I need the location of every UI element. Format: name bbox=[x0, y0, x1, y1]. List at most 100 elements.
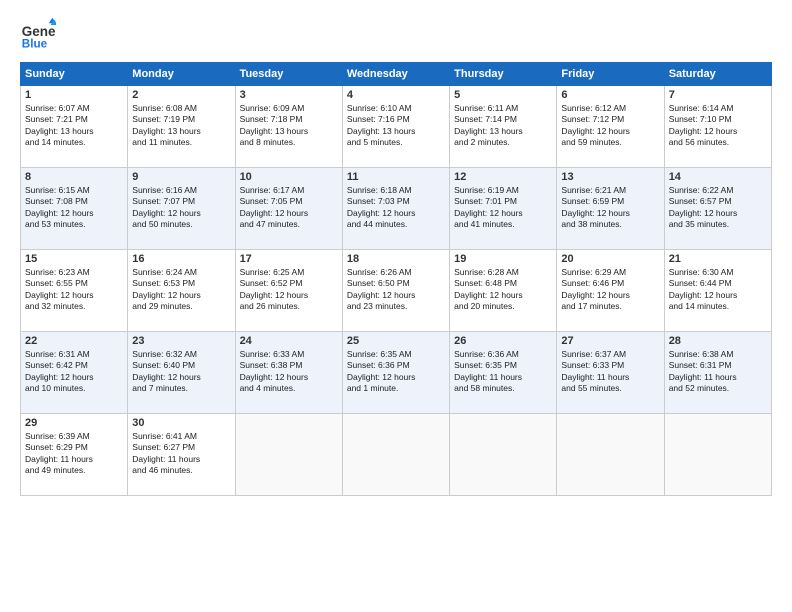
cell-content: Sunrise: 6:24 AMSunset: 6:53 PMDaylight:… bbox=[132, 267, 230, 313]
cell-content: Sunrise: 6:38 AMSunset: 6:31 PMDaylight:… bbox=[669, 349, 767, 395]
day-number: 6 bbox=[561, 89, 659, 101]
day-number: 16 bbox=[132, 253, 230, 265]
calendar-cell: 11 Sunrise: 6:18 AMSunset: 7:03 PMDayligh… bbox=[342, 168, 449, 250]
day-number: 1 bbox=[25, 89, 123, 101]
calendar-cell: 5 Sunrise: 6:11 AMSunset: 7:14 PMDaylight… bbox=[450, 86, 557, 168]
cell-content: Sunrise: 6:19 AMSunset: 7:01 PMDaylight:… bbox=[454, 185, 552, 231]
calendar-cell: 21 Sunrise: 6:30 AMSunset: 6:44 PMDayligh… bbox=[664, 250, 771, 332]
cell-content: Sunrise: 6:18 AMSunset: 7:03 PMDaylight:… bbox=[347, 185, 445, 231]
calendar: SundayMondayTuesdayWednesdayThursdayFrid… bbox=[20, 62, 772, 496]
day-number: 20 bbox=[561, 253, 659, 265]
calendar-header-cell: Friday bbox=[557, 63, 664, 86]
cell-content: Sunrise: 6:33 AMSunset: 6:38 PMDaylight:… bbox=[240, 349, 338, 395]
calendar-week-row: 1 Sunrise: 6:07 AMSunset: 7:21 PMDaylight… bbox=[21, 86, 772, 168]
day-number: 10 bbox=[240, 171, 338, 183]
calendar-body: 1 Sunrise: 6:07 AMSunset: 7:21 PMDaylight… bbox=[21, 86, 772, 496]
day-number: 18 bbox=[347, 253, 445, 265]
day-number: 15 bbox=[25, 253, 123, 265]
calendar-cell: 27 Sunrise: 6:37 AMSunset: 6:33 PMDayligh… bbox=[557, 332, 664, 414]
calendar-cell: 8 Sunrise: 6:15 AMSunset: 7:08 PMDaylight… bbox=[21, 168, 128, 250]
cell-content: Sunrise: 6:16 AMSunset: 7:07 PMDaylight:… bbox=[132, 185, 230, 231]
cell-content: Sunrise: 6:14 AMSunset: 7:10 PMDaylight:… bbox=[669, 103, 767, 149]
day-number: 3 bbox=[240, 89, 338, 101]
calendar-cell: 23Sunrise: 6:32 AMSunset: 6:40 PMDayligh… bbox=[128, 332, 235, 414]
header: General Blue bbox=[20, 16, 772, 52]
calendar-header-cell: Wednesday bbox=[342, 63, 449, 86]
calendar-cell: 10 Sunrise: 6:17 AMSunset: 7:05 PMDayligh… bbox=[235, 168, 342, 250]
calendar-cell: 19 Sunrise: 6:28 AMSunset: 6:48 PMDayligh… bbox=[450, 250, 557, 332]
cell-content: Sunrise: 6:23 AMSunset: 6:55 PMDaylight:… bbox=[25, 267, 123, 313]
calendar-cell: 1 Sunrise: 6:07 AMSunset: 7:21 PMDaylight… bbox=[21, 86, 128, 168]
calendar-cell: 20 Sunrise: 6:29 AMSunset: 6:46 PMDayligh… bbox=[557, 250, 664, 332]
cell-content: Sunrise: 6:22 AMSunset: 6:57 PMDaylight:… bbox=[669, 185, 767, 231]
calendar-cell: 30 Sunrise: 6:41 AMSunset: 6:27 PMDayligh… bbox=[128, 414, 235, 496]
cell-content: Sunrise: 6:31 AMSunset: 6:42 PMDaylight:… bbox=[25, 349, 123, 395]
calendar-cell: 17 Sunrise: 6:25 AMSunset: 6:52 PMDayligh… bbox=[235, 250, 342, 332]
calendar-cell bbox=[450, 414, 557, 496]
day-number: 30 bbox=[132, 417, 230, 429]
day-number: 21 bbox=[669, 253, 767, 265]
day-number: 9 bbox=[132, 171, 230, 183]
cell-content: Sunrise: 6:08 AMSunset: 7:19 PMDaylight:… bbox=[132, 103, 230, 149]
calendar-week-row: 8 Sunrise: 6:15 AMSunset: 7:08 PMDaylight… bbox=[21, 168, 772, 250]
day-number: 19 bbox=[454, 253, 552, 265]
calendar-cell: 13 Sunrise: 6:21 AMSunset: 6:59 PMDayligh… bbox=[557, 168, 664, 250]
day-number: 17 bbox=[240, 253, 338, 265]
day-number: 24 bbox=[240, 335, 338, 347]
calendar-header-cell: Tuesday bbox=[235, 63, 342, 86]
calendar-cell: 7 Sunrise: 6:14 AMSunset: 7:10 PMDaylight… bbox=[664, 86, 771, 168]
calendar-cell: 4 Sunrise: 6:10 AMSunset: 7:16 PMDaylight… bbox=[342, 86, 449, 168]
cell-content: Sunrise: 6:37 AMSunset: 6:33 PMDaylight:… bbox=[561, 349, 659, 395]
cell-content: Sunrise: 6:32 AMSunset: 6:40 PMDaylight:… bbox=[132, 349, 230, 395]
calendar-header-cell: Thursday bbox=[450, 63, 557, 86]
calendar-cell: 22Sunrise: 6:31 AMSunset: 6:42 PMDayligh… bbox=[21, 332, 128, 414]
svg-text:Blue: Blue bbox=[22, 38, 48, 51]
cell-content: Sunrise: 6:21 AMSunset: 6:59 PMDaylight:… bbox=[561, 185, 659, 231]
cell-content: Sunrise: 6:15 AMSunset: 7:08 PMDaylight:… bbox=[25, 185, 123, 231]
calendar-header-cell: Monday bbox=[128, 63, 235, 86]
day-number: 29 bbox=[25, 417, 123, 429]
calendar-cell: 2 Sunrise: 6:08 AMSunset: 7:19 PMDaylight… bbox=[128, 86, 235, 168]
cell-content: Sunrise: 6:36 AMSunset: 6:35 PMDaylight:… bbox=[454, 349, 552, 395]
day-number: 25 bbox=[347, 335, 445, 347]
cell-content: Sunrise: 6:29 AMSunset: 6:46 PMDaylight:… bbox=[561, 267, 659, 313]
calendar-cell bbox=[557, 414, 664, 496]
calendar-cell: 12 Sunrise: 6:19 AMSunset: 7:01 PMDayligh… bbox=[450, 168, 557, 250]
day-number: 12 bbox=[454, 171, 552, 183]
calendar-cell: 15 Sunrise: 6:23 AMSunset: 6:55 PMDayligh… bbox=[21, 250, 128, 332]
logo: General Blue bbox=[20, 16, 56, 52]
logo-icon: General Blue bbox=[20, 16, 56, 52]
cell-content: Sunrise: 6:25 AMSunset: 6:52 PMDaylight:… bbox=[240, 267, 338, 313]
cell-content: Sunrise: 6:26 AMSunset: 6:50 PMDaylight:… bbox=[347, 267, 445, 313]
cell-content: Sunrise: 6:39 AMSunset: 6:29 PMDaylight:… bbox=[25, 431, 123, 477]
calendar-cell: 6Sunrise: 6:12 AMSunset: 7:12 PMDaylight… bbox=[557, 86, 664, 168]
cell-content: Sunrise: 6:10 AMSunset: 7:16 PMDaylight:… bbox=[347, 103, 445, 149]
calendar-cell: 28 Sunrise: 6:38 AMSunset: 6:31 PMDayligh… bbox=[664, 332, 771, 414]
cell-content: Sunrise: 6:30 AMSunset: 6:44 PMDaylight:… bbox=[669, 267, 767, 313]
cell-content: Sunrise: 6:09 AMSunset: 7:18 PMDaylight:… bbox=[240, 103, 338, 149]
day-number: 11 bbox=[347, 171, 445, 183]
day-number: 5 bbox=[454, 89, 552, 101]
day-number: 4 bbox=[347, 89, 445, 101]
calendar-cell bbox=[342, 414, 449, 496]
calendar-cell bbox=[664, 414, 771, 496]
day-number: 13 bbox=[561, 171, 659, 183]
calendar-cell: 25 Sunrise: 6:35 AMSunset: 6:36 PMDayligh… bbox=[342, 332, 449, 414]
svg-text:General: General bbox=[22, 24, 56, 39]
calendar-cell bbox=[235, 414, 342, 496]
day-number: 8 bbox=[25, 171, 123, 183]
cell-content: Sunrise: 6:28 AMSunset: 6:48 PMDaylight:… bbox=[454, 267, 552, 313]
calendar-cell: 9 Sunrise: 6:16 AMSunset: 7:07 PMDaylight… bbox=[128, 168, 235, 250]
day-number: 2 bbox=[132, 89, 230, 101]
cell-content: Sunrise: 6:41 AMSunset: 6:27 PMDaylight:… bbox=[132, 431, 230, 477]
cell-content: Sunrise: 6:17 AMSunset: 7:05 PMDaylight:… bbox=[240, 185, 338, 231]
day-number: 28 bbox=[669, 335, 767, 347]
cell-content: Sunrise: 6:11 AMSunset: 7:14 PMDaylight:… bbox=[454, 103, 552, 149]
calendar-week-row: 15 Sunrise: 6:23 AMSunset: 6:55 PMDayligh… bbox=[21, 250, 772, 332]
cell-content: Sunrise: 6:35 AMSunset: 6:36 PMDaylight:… bbox=[347, 349, 445, 395]
cell-content: Sunrise: 6:07 AMSunset: 7:21 PMDaylight:… bbox=[25, 103, 123, 149]
day-number: 7 bbox=[669, 89, 767, 101]
calendar-week-row: 29 Sunrise: 6:39 AMSunset: 6:29 PMDayligh… bbox=[21, 414, 772, 496]
day-number: 27 bbox=[561, 335, 659, 347]
calendar-cell: 18 Sunrise: 6:26 AMSunset: 6:50 PMDayligh… bbox=[342, 250, 449, 332]
